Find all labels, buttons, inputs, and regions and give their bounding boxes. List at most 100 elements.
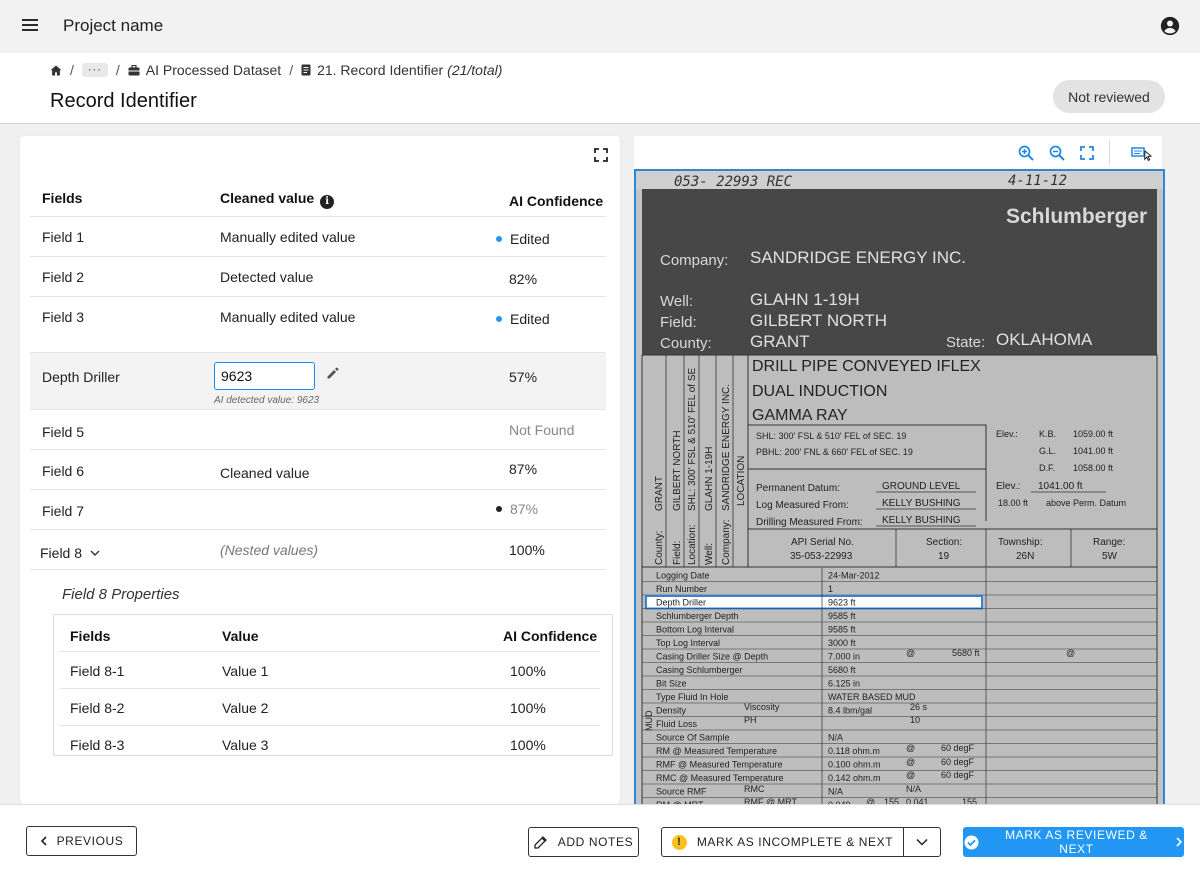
above-datum-value: 18.00 ft <box>998 498 1029 508</box>
info-icon[interactable]: i <box>320 195 335 209</box>
table-row[interactable]: Field 5 Not Found <box>30 410 606 450</box>
breadcrumb-more[interactable]: ··· <box>81 63 108 77</box>
nested-table-row[interactable]: Field 8-1 Value 1 100% <box>60 652 600 689</box>
breadcrumb-dataset[interactable]: AI Processed Dataset <box>146 62 281 78</box>
column-header-cleaned-label: Cleaned value <box>220 190 315 206</box>
previous-button[interactable]: PREVIOUS <box>26 826 137 856</box>
warning-icon: ! <box>671 834 687 850</box>
fit-screen-icon[interactable] <box>1080 146 1094 160</box>
fullscreen-icon[interactable] <box>594 148 608 162</box>
add-notes-label: ADD NOTES <box>557 835 634 849</box>
log-row-label: Bit Size <box>656 679 687 689</box>
kb-label: K.B. <box>1039 429 1056 439</box>
hamburger-menu-icon[interactable] <box>22 19 38 33</box>
edited-dot-icon <box>496 236 502 242</box>
table-row[interactable]: Field 1 Manually edited value Edited <box>30 217 606 257</box>
field-name: Field 3 <box>42 309 85 325</box>
field-value: GILBERT NORTH <box>750 311 887 330</box>
log-row-label: Casing Driller Size @ Depth <box>656 652 768 662</box>
temp-value: 60 degF <box>941 743 975 753</box>
page-title: Record Identifier <box>50 90 197 112</box>
log-measured-from-label: Log Measured From: <box>756 500 849 511</box>
field-confidence: Edited <box>496 231 550 247</box>
api-value: 35-053-22993 <box>790 551 853 562</box>
log-row-label: Density <box>656 706 687 716</box>
section-value: 19 <box>938 551 950 562</box>
log-row-value: 5680 ft <box>828 665 856 675</box>
casing-depth: 5680 ft <box>952 648 980 658</box>
field-name: Field 8 <box>40 545 100 561</box>
document-image[interactable]: 053- 22993 REC 4-11-12 Schlumberger Comp… <box>634 169 1165 809</box>
township-value: 26N <box>1016 551 1034 562</box>
vertical-county-value: GRANT <box>654 476 665 511</box>
nested-table-row[interactable]: Field 8-2 Value 2 100% <box>60 689 600 726</box>
column-header-ai-confidence: AI Confidence <box>509 193 604 209</box>
perm-datum-label: Permanent Datum: <box>756 483 840 494</box>
nested-field-value: Value 2 <box>222 700 269 716</box>
table-row-selected[interactable]: Depth Driller AI detected value: 9623 57… <box>30 352 606 410</box>
document-icon <box>301 64 311 76</box>
pencil-outline-icon <box>534 835 548 849</box>
log-row-value: 9585 ft <box>828 611 856 621</box>
nested-field-confidence: 100% <box>510 663 546 679</box>
table-row[interactable]: Field 6 Cleaned value 87% <box>30 450 606 490</box>
select-region-icon[interactable] <box>1131 145 1153 161</box>
home-icon[interactable] <box>50 65 62 76</box>
drilling-measured-from-value: KELLY BUSHING <box>882 515 961 526</box>
depth-driller-input[interactable] <box>214 362 315 390</box>
state-value: OKLAHOMA <box>996 330 1093 349</box>
vertical-location-label: Location: <box>687 524 698 565</box>
incomplete-options-dropdown[interactable] <box>903 827 941 857</box>
fields-panel: Fields Cleaned value i AI Confidence Fiel… <box>20 136 620 804</box>
gl-label: G.L. <box>1039 446 1056 456</box>
add-notes-button[interactable]: ADD NOTES <box>528 827 639 857</box>
nested-field-value: Value 3 <box>222 737 269 753</box>
df-value: 1058.00 ft <box>1073 463 1114 473</box>
api-label: API Serial No. <box>791 537 854 548</box>
viewer-toolbar <box>634 136 1162 169</box>
field-confidence: 57% <box>509 369 538 385</box>
table-row-expandable[interactable]: Field 8 (Nested values) 100% <box>30 530 606 570</box>
chevron-right-icon <box>1176 837 1183 847</box>
breadcrumb-record-count: (21/total) <box>447 62 503 78</box>
log-row-label: Fluid Loss <box>656 719 698 729</box>
company-label: Company: <box>660 252 728 269</box>
log-row-label: Schlumberger Depth <box>656 611 739 621</box>
nested-table-row[interactable]: Field 8-3 Value 3 100% <box>60 726 600 763</box>
nested-field-confidence: 100% <box>510 700 546 716</box>
log-type-line-2: DUAL INDUCTION <box>752 383 887 400</box>
log-row-value: 3000 ft <box>828 638 856 648</box>
mark-reviewed-button[interactable]: MARK AS REVIEWED & NEXT <box>963 827 1184 857</box>
table-row[interactable]: Field 3 Manually edited value Edited <box>30 297 606 337</box>
pencil-icon[interactable] <box>327 367 339 379</box>
vertical-county-label: County: <box>654 531 665 565</box>
log-type-line-3: GAMMA RAY <box>752 407 848 424</box>
chevron-down-icon[interactable] <box>90 550 100 557</box>
breadcrumb-separator: / <box>289 62 294 78</box>
status-dot-icon <box>496 506 502 512</box>
mark-incomplete-button[interactable]: ! MARK AS INCOMPLETE & NEXT <box>661 827 904 857</box>
kb-value: 1059.00 ft <box>1073 429 1114 439</box>
breadcrumb-separator: / <box>115 62 120 78</box>
vertical-field-value: GILBERT NORTH <box>672 430 683 511</box>
chevron-left-icon <box>40 836 47 846</box>
breadcrumb: / ··· / AI Processed Dataset / 21. Recor… <box>50 61 502 79</box>
temp-at: @ <box>906 743 915 753</box>
zoom-in-icon[interactable] <box>1018 145 1034 161</box>
log-row-value: 0.100 ohm.m <box>828 760 881 770</box>
log-row-label: Source Of Sample <box>656 733 730 743</box>
field-confidence: 87% <box>496 501 538 517</box>
state-label: State: <box>946 334 985 351</box>
zoom-out-icon[interactable] <box>1049 145 1065 161</box>
pbhl-text: PBHL: 200' FNL & 660' FEL of SEC. 19 <box>756 447 913 457</box>
table-row[interactable]: Field 2 Detected value 82% <box>30 257 606 297</box>
field-value: (Nested values) <box>220 542 319 558</box>
temp-value: 60 degF <box>941 757 975 767</box>
log-row-value: 9623 ft <box>828 598 856 608</box>
elev-value: 1041.00 ft <box>1038 481 1083 492</box>
field-value: Detected value <box>220 269 314 285</box>
account-circle-icon[interactable] <box>1160 16 1180 36</box>
nested-header-value: Value <box>222 628 259 644</box>
table-row[interactable]: Field 7 87% <box>30 490 606 530</box>
log-row-label: Depth Driller <box>656 598 706 608</box>
